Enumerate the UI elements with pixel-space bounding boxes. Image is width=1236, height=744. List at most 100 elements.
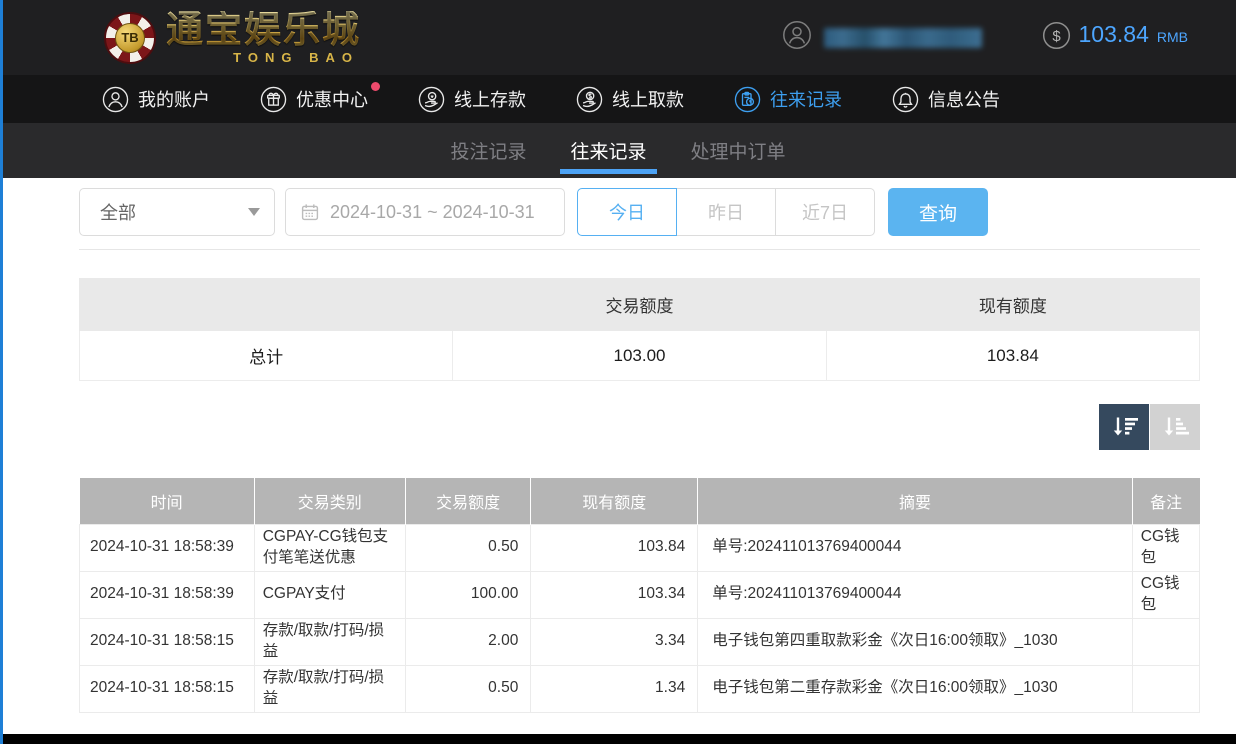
bell-icon [892,86,919,113]
date-range-input[interactable]: 2024-10-31 ~ 2024-10-31 [285,188,565,236]
range-last7days-button[interactable]: 近7日 [775,188,875,236]
nav-label: 优惠中心 [296,86,368,112]
cell-summary: 单号:202411013769400044 [698,524,1133,571]
cell-summary: 单号:202411013769400044 [698,571,1133,618]
page: TB 通宝娱乐城 TONG BAO [0,0,1236,744]
sort-asc-icon [1160,412,1190,442]
brand-logo[interactable]: TB 通宝娱乐城 TONG BAO [104,11,361,64]
tab-label: 处理中订单 [691,137,786,164]
user-icon [782,20,812,55]
notification-dot [371,82,380,91]
sort-controls [79,404,1200,450]
quick-range-group: 今日 昨日 近7日 [577,188,875,236]
logo-text: 通宝娱乐城 TONG BAO [166,11,361,64]
dollar-circle-icon: $ [1042,21,1071,55]
summary-header-current: 现有额度 [826,279,1199,331]
table-row: 2024-10-31 18:58:15 存款/取款/打码/损益 2.00 3.3… [80,618,1200,665]
col-header-type: 交易类别 [254,478,405,524]
summary-header-row: 交易额度 现有额度 [80,279,1200,331]
cell-time: 2024-10-31 18:58:39 [80,571,255,618]
cell-type: CGPAY支付 [254,571,405,618]
cell-type: 存款/取款/打码/损益 [254,618,405,665]
nav-item-announcements[interactable]: 信息公告 [892,86,1000,113]
cell-note [1132,665,1199,712]
cell-note: CG钱包 [1132,571,1199,618]
type-select-value: 全部 [100,199,136,225]
table-row: 2024-10-31 18:58:39 CGPAY支付 100.00 103.3… [80,571,1200,618]
col-header-balance: 现有额度 [531,478,698,524]
user-account[interactable] [782,20,982,55]
range-today-button[interactable]: 今日 [577,188,677,236]
balance-currency: RMB [1157,29,1188,45]
col-header-time: 时间 [80,478,255,524]
nav-label: 我的账户 [138,86,210,112]
nav-label: 信息公告 [928,86,1000,112]
summary-header-empty [80,279,453,331]
summary-table: 交易额度 现有额度 总计 103.00 103.84 [79,278,1200,381]
account-icon [102,86,129,113]
cell-balance: 103.34 [531,571,698,618]
cell-amount: 100.00 [405,571,530,618]
cell-amount: 2.00 [405,618,530,665]
records-icon [734,86,761,113]
gift-icon [260,86,287,113]
summary-total-row: 总计 103.00 103.84 [80,331,1200,381]
logo-subtitle: TONG BAO [166,51,361,64]
cell-time: 2024-10-31 18:58:39 [80,524,255,571]
table-row: 2024-10-31 18:58:39 CGPAY-CG钱包支付笔笔送优惠 0.… [80,524,1200,571]
casino-chip-icon: TB [104,12,156,64]
filter-row: 全部 2024-10-31 ~ 2024-10-31 今日 昨日 近7日 查询 [79,188,1200,236]
nav-item-promotions[interactable]: 优惠中心 [260,86,368,113]
username-blurred [824,28,982,48]
withdraw-icon [576,86,603,113]
tab-transaction-records[interactable]: 往来记录 [568,123,648,178]
content: 全部 2024-10-31 ~ 2024-10-31 今日 昨日 近7日 查询 [0,178,1236,713]
tab-label: 投注记录 [450,137,526,164]
nav-label: 线上取款 [612,86,684,112]
tab-label: 往来记录 [570,137,646,164]
calendar-icon [300,202,320,222]
cell-balance: 3.34 [531,618,698,665]
date-range-value: 2024-10-31 ~ 2024-10-31 [330,202,535,223]
summary-current-amount: 103.84 [826,331,1199,381]
summary-total-label: 总计 [80,331,453,381]
range-yesterday-button[interactable]: 昨日 [676,188,776,236]
sort-asc-button[interactable] [1150,404,1200,450]
balance-amount: 103.84 [1079,21,1149,48]
cell-time: 2024-10-31 18:58:15 [80,618,255,665]
cell-summary: 电子钱包第二重存款彩金《次日16:00领取》_1030 [698,665,1133,712]
window-edge-left [0,0,3,744]
chip-monogram: TB [115,23,145,53]
nav-item-online-withdraw[interactable]: 线上取款 [576,86,684,113]
nav-item-online-deposit[interactable]: 线上存款 [418,86,526,113]
cell-type: CGPAY-CG钱包支付笔笔送优惠 [254,524,405,571]
type-select[interactable]: 全部 [79,188,275,236]
cell-note [1132,618,1199,665]
sort-desc-icon [1109,412,1139,442]
cell-amount: 0.50 [405,665,530,712]
bottom-black-bar [3,734,1236,744]
tab-pending-orders[interactable]: 处理中订单 [689,123,788,178]
col-header-amount: 交易额度 [405,478,530,524]
records-header-row: 时间 交易类别 交易额度 现有额度 摘要 备注 [80,478,1200,524]
logo-title: 通宝娱乐城 [166,11,361,48]
sort-desc-button[interactable] [1099,404,1149,450]
dropdown-caret-icon [248,208,260,216]
svg-text:$: $ [1052,28,1061,45]
nav-item-transaction-records[interactable]: 往来记录 [734,86,842,113]
balance[interactable]: $ 103.84 RMB [1042,21,1188,55]
records-table: 时间 交易类别 交易额度 现有额度 摘要 备注 2024-10-31 18:58… [79,478,1200,713]
summary-header-transaction: 交易额度 [453,279,826,331]
cell-summary: 电子钱包第四重取款彩金《次日16:00领取》_1030 [698,618,1133,665]
cell-time: 2024-10-31 18:58:15 [80,665,255,712]
cell-type: 存款/取款/打码/损益 [254,665,405,712]
sub-tab-bar: 投注记录 往来记录 处理中订单 [0,123,1236,178]
deposit-icon [418,86,445,113]
query-button[interactable]: 查询 [888,188,988,236]
header-right: $ 103.84 RMB [782,0,1188,75]
tab-bet-records[interactable]: 投注记录 [448,123,528,178]
nav-label: 线上存款 [454,86,526,112]
nav-item-my-account[interactable]: 我的账户 [102,86,210,113]
summary-transaction-amount: 103.00 [453,331,826,381]
cell-amount: 0.50 [405,524,530,571]
